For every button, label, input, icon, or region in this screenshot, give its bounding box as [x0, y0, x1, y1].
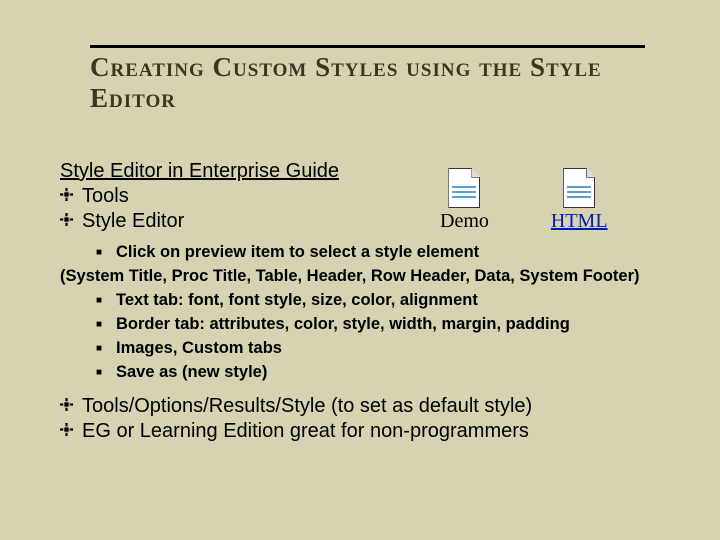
square-bullet-icon: ■: [96, 313, 116, 333]
square-bullet-icon: ■: [96, 361, 116, 381]
sub-list: ■ Click on preview item to select a styl…: [96, 241, 680, 385]
sub-list-item: ■ Click on preview item to select a styl…: [96, 241, 680, 265]
crosshair-bullet-icon: [60, 420, 82, 436]
sub-list-item-text: Click on preview item to select a style …: [116, 241, 479, 265]
sub-list-item: ■ Images, Custom tabs: [96, 337, 680, 361]
list-item-text: EG or Learning Edition great for non-pro…: [82, 420, 529, 443]
list-item-text: Tools: [82, 185, 129, 208]
square-bullet-icon: ■: [96, 241, 116, 261]
list-item-text: Style Editor: [82, 210, 184, 233]
list-item: EG or Learning Edition great for non-pro…: [60, 420, 680, 443]
sub-list-item-text: Images, Custom tabs: [116, 337, 282, 361]
sub-list-item: ■ Text tab: font, font style, size, colo…: [96, 289, 680, 313]
sub-list-item-continuation: (System Title, Proc Title, Table, Header…: [96, 265, 680, 289]
square-bullet-icon: ■: [96, 337, 116, 357]
crosshair-bullet-icon: [60, 185, 82, 201]
sub-list-item-text: Save as (new style): [116, 361, 267, 385]
square-bullet-icon: ■: [96, 289, 116, 309]
intro-heading: Style Editor in Enterprise Guide: [60, 160, 680, 183]
sub-list-item-text: Border tab: attributes, color, style, wi…: [116, 313, 570, 337]
slide-title: Creating Custom Styles using the Style E…: [90, 52, 645, 114]
slide-body: Style Editor in Enterprise Guide Tools S…: [60, 160, 680, 445]
list-item-text: Tools/Options/Results/Style (to set as d…: [82, 395, 532, 418]
list-item: Tools/Options/Results/Style (to set as d…: [60, 395, 680, 418]
list-item: Tools: [60, 185, 680, 208]
sub-list-item-text: (System Title, Proc Title, Table, Header…: [60, 265, 640, 289]
sub-list-item-text: Text tab: font, font style, size, color,…: [116, 289, 478, 313]
sub-list-item: ■ Border tab: attributes, color, style, …: [96, 313, 680, 337]
crosshair-bullet-icon: [60, 210, 82, 226]
sub-list-item: ■ Save as (new style): [96, 361, 680, 385]
crosshair-bullet-icon: [60, 395, 82, 411]
title-rule: [90, 45, 645, 48]
list-item: Style Editor: [60, 210, 680, 233]
